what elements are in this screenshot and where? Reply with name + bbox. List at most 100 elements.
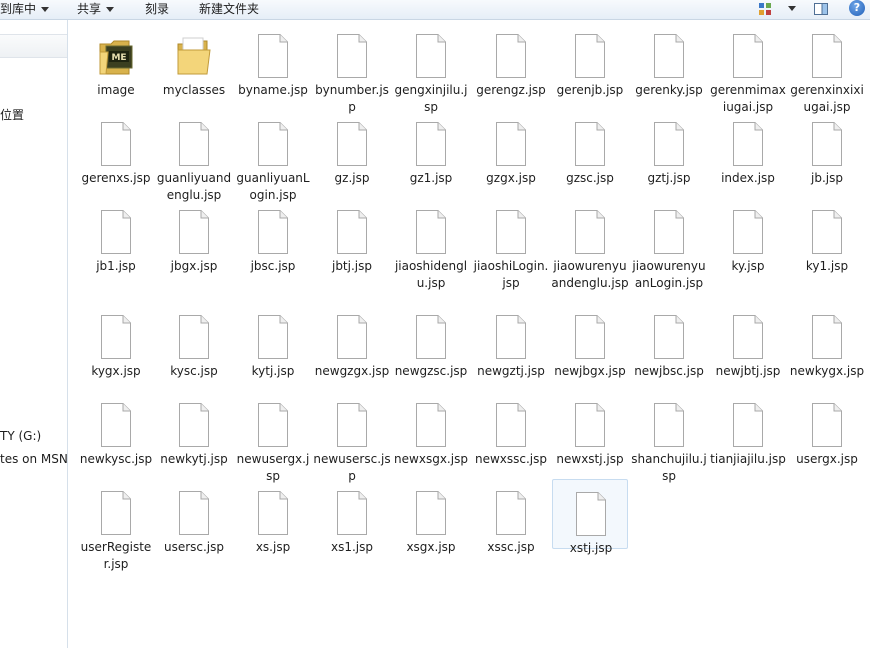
file-item[interactable]: jiaoshiLogin.jsp [474, 210, 548, 290]
jsp-file-icon [651, 315, 687, 359]
file-item[interactable]: bynumber.jsp [315, 34, 389, 114]
file-item[interactable]: xs1.jsp [316, 491, 388, 561]
file-name-label: kygx.jsp [91, 364, 141, 378]
file-name-label: newkysc.jsp [79, 452, 153, 466]
file-item[interactable]: gerenxinxixiugai.jsp [790, 34, 864, 114]
jsp-file-icon [730, 122, 766, 166]
share-button[interactable]: 共享 [77, 1, 115, 17]
command-bar: 到库中 共享 刻录 新建文件夹 ? [0, 0, 870, 20]
file-item[interactable]: kytj.jsp [237, 315, 309, 385]
file-name-label: kytj.jsp [251, 364, 295, 378]
file-item[interactable]: xstj.jsp [552, 479, 628, 555]
jsp-file-icon [255, 315, 291, 359]
jsp-file-icon [413, 403, 449, 447]
file-item[interactable]: jiaowurenyuanLogin.jsp [632, 210, 706, 290]
jsp-file-icon [255, 122, 291, 166]
file-item[interactable]: newusersc.jsp [313, 403, 391, 483]
image-folder-icon: ME [98, 34, 134, 78]
file-item[interactable]: newxssc.jsp [475, 403, 547, 473]
file-item[interactable]: index.jsp [712, 122, 784, 192]
file-item[interactable]: gerengz.jsp [475, 34, 547, 104]
folder-icon [176, 34, 212, 78]
file-item[interactable]: ky1.jsp [791, 210, 863, 280]
file-item[interactable]: jb.jsp [791, 122, 863, 192]
file-name-label: gzsc.jsp [566, 171, 614, 185]
file-item[interactable]: xs.jsp [237, 491, 309, 561]
nav-item-drive-g[interactable]: TY (G:) [0, 429, 41, 443]
file-item[interactable]: jb1.jsp [80, 210, 152, 280]
file-item[interactable]: newkysc.jsp [80, 403, 152, 473]
file-name-label: xs1.jsp [330, 540, 373, 554]
jsp-file-icon [809, 210, 845, 254]
file-item[interactable]: jiaowurenyuandenglu.jsp [551, 210, 629, 290]
file-item[interactable]: ky.jsp [712, 210, 784, 280]
preview-pane-icon[interactable] [813, 1, 829, 17]
file-item[interactable]: usergx.jsp [791, 403, 863, 473]
file-item[interactable]: gz.jsp [316, 122, 388, 192]
file-name-label: ky.jsp [731, 259, 765, 273]
file-name-label: jbtj.jsp [331, 259, 372, 273]
nav-item-location[interactable]: 位置 [0, 106, 24, 123]
file-item[interactable]: gz1.jsp [395, 122, 467, 192]
file-item[interactable]: gerenmimaxiugai.jsp [710, 34, 786, 114]
file-name-label: kysc.jsp [170, 364, 218, 378]
file-name-label: newjbsc.jsp [634, 364, 704, 378]
nav-item-sites-on-msn[interactable]: tes on MSN [0, 452, 67, 466]
burn-button[interactable]: 刻录 [145, 1, 169, 17]
file-item[interactable]: jbtj.jsp [316, 210, 388, 280]
change-view-icon[interactable] [759, 1, 773, 17]
file-name-label: newusersc.jsp [313, 452, 391, 483]
file-item[interactable]: newgzsc.jsp [395, 315, 467, 385]
file-item[interactable]: newgztj.jsp [475, 315, 547, 385]
file-item[interactable]: jbsc.jsp [237, 210, 309, 280]
jsp-file-icon [493, 403, 529, 447]
view-options-chevron-icon[interactable] [788, 6, 796, 11]
file-item[interactable]: newkytj.jsp [158, 403, 230, 473]
file-item[interactable]: jiaoshidenglu.jsp [395, 210, 467, 290]
file-item[interactable]: newusergx.jsp [237, 403, 309, 483]
file-name-label: gerenky.jsp [635, 83, 703, 97]
file-item[interactable]: usersc.jsp [158, 491, 230, 561]
file-item[interactable]: kysc.jsp [158, 315, 230, 385]
file-item[interactable]: xsgx.jsp [395, 491, 467, 561]
file-item[interactable]: newjbgx.jsp [554, 315, 626, 385]
file-item[interactable]: jbgx.jsp [158, 210, 230, 280]
jsp-file-icon [809, 315, 845, 359]
jsp-file-icon [255, 210, 291, 254]
file-item[interactable]: tianjiajilu.jsp [710, 403, 786, 473]
file-item[interactable]: gzsc.jsp [554, 122, 626, 192]
jsp-file-icon [730, 315, 766, 359]
file-name-label: jbsc.jsp [250, 259, 296, 273]
file-item[interactable]: gengxinjilu.jsp [394, 34, 468, 114]
file-name-label: gerenmimaxiugai.jsp [710, 83, 786, 114]
nav-item-label: 位置 [0, 108, 25, 122]
file-item[interactable]: guanliyuandenglu.jsp [157, 122, 231, 202]
file-item[interactable]: shanchujilu.jsp [631, 403, 707, 483]
file-item[interactable]: guanliyuanLogin.jsp [236, 122, 310, 202]
file-item[interactable]: newjbtj.jsp [712, 315, 784, 385]
file-list-view: ME image myclasses byname.jsp bynumber.jsp ge… [70, 20, 870, 648]
file-item[interactable]: newjbsc.jsp [633, 315, 705, 385]
file-item[interactable]: gerenky.jsp [633, 34, 705, 104]
include-in-library-button[interactable]: 到库中 [0, 1, 50, 17]
folder-item[interactable]: ME image [80, 34, 152, 104]
file-item[interactable]: userRegister.jsp [80, 491, 152, 571]
jsp-file-icon [176, 315, 212, 359]
file-item[interactable]: xssc.jsp [475, 491, 547, 561]
new-folder-button[interactable]: 新建文件夹 [199, 1, 259, 17]
folder-item[interactable]: myclasses [158, 34, 230, 104]
file-item[interactable]: newxsgx.jsp [394, 403, 468, 473]
file-name-label: gerenxinxixiugai.jsp [790, 83, 864, 114]
file-item[interactable]: kygx.jsp [80, 315, 152, 385]
help-icon[interactable]: ? [849, 0, 865, 16]
file-item[interactable]: gerenxs.jsp [80, 122, 152, 192]
file-item[interactable]: gerenjb.jsp [554, 34, 626, 104]
file-name-label: jiaowurenyuandenglu.jsp [551, 259, 629, 290]
file-item[interactable]: gztj.jsp [633, 122, 705, 192]
file-item[interactable]: newxstj.jsp [554, 403, 626, 473]
file-item[interactable]: gzgx.jsp [475, 122, 547, 192]
jsp-file-icon [255, 491, 291, 535]
file-item[interactable]: newgzgx.jsp [315, 315, 389, 385]
file-item[interactable]: byname.jsp [237, 34, 309, 104]
file-item[interactable]: newkygx.jsp [790, 315, 864, 385]
